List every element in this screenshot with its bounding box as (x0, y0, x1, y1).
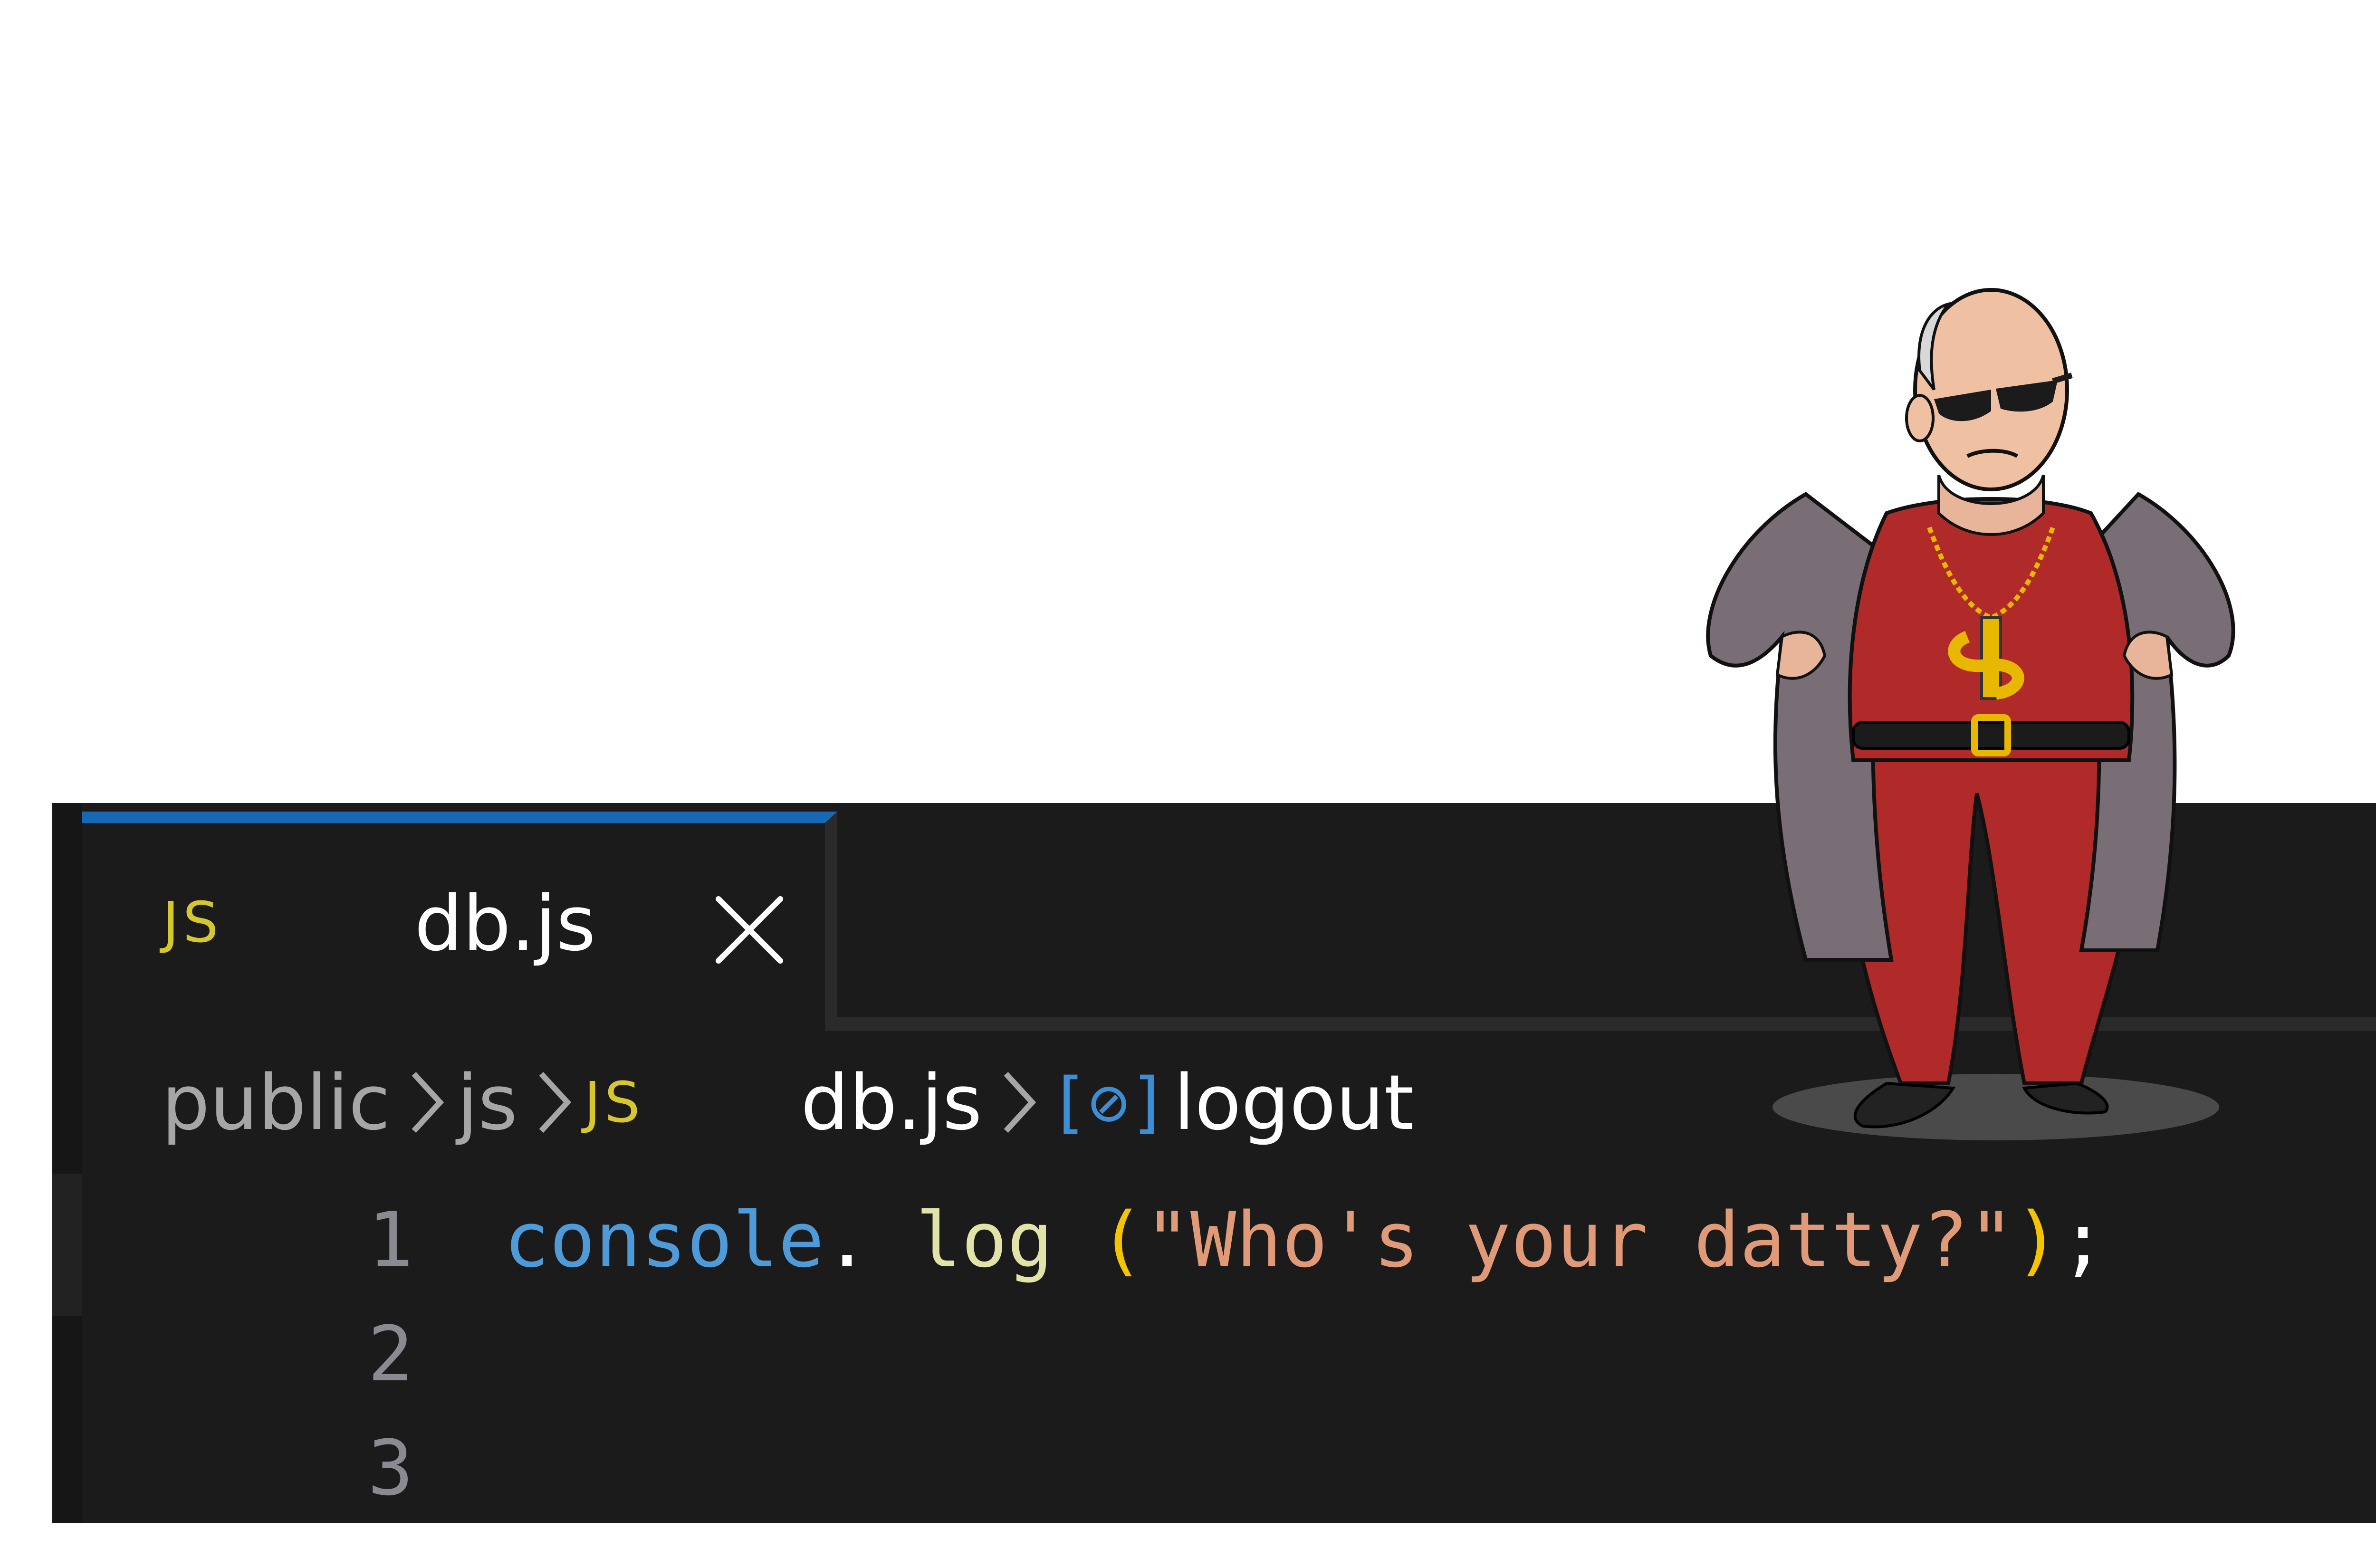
tab-label: db.js (414, 879, 596, 968)
close-icon[interactable] (714, 894, 785, 966)
tab-db-js[interactable]: JS db.js (82, 812, 837, 1031)
breadcrumb-public[interactable]: public (162, 1058, 390, 1147)
token-object: console (504, 1195, 824, 1284)
line-number-gutter: 1 2 3 (318, 1183, 413, 1525)
cartoon-character-illustration (1706, 288, 2235, 1140)
breadcrumb-file[interactable]: db.js (801, 1058, 982, 1147)
token-string: "Who's your datty?" (1144, 1195, 2014, 1284)
code-line-1[interactable]: console. log ("Who's your datty?"); (504, 1183, 2106, 1297)
js-file-icon: JS (584, 1070, 644, 1135)
line-number: 3 (367, 1424, 413, 1512)
token-open-paren: ( (1099, 1195, 1145, 1284)
breadcrumb: public js JS db.js [⊘] logout (162, 1055, 1414, 1150)
breadcrumb-symbol[interactable]: logout (1174, 1058, 1414, 1147)
line-number: 2 (367, 1310, 413, 1398)
breadcrumb-js[interactable]: js (457, 1058, 517, 1147)
variable-symbol-icon: [⊘] (1048, 1063, 1169, 1141)
line-number: 1 (367, 1195, 413, 1284)
token-close-paren: ) (2014, 1195, 2060, 1284)
rail-indicator (52, 1174, 82, 1316)
chevron-right-icon (1004, 1071, 1036, 1133)
activity-rail (52, 803, 82, 1523)
js-file-icon: JS (163, 889, 222, 955)
token-method: log (870, 1195, 1099, 1284)
token-semicolon: ; (2060, 1195, 2106, 1284)
token-dot: . (824, 1195, 870, 1284)
chevron-right-icon (412, 1071, 444, 1133)
chevron-right-icon (539, 1071, 572, 1133)
